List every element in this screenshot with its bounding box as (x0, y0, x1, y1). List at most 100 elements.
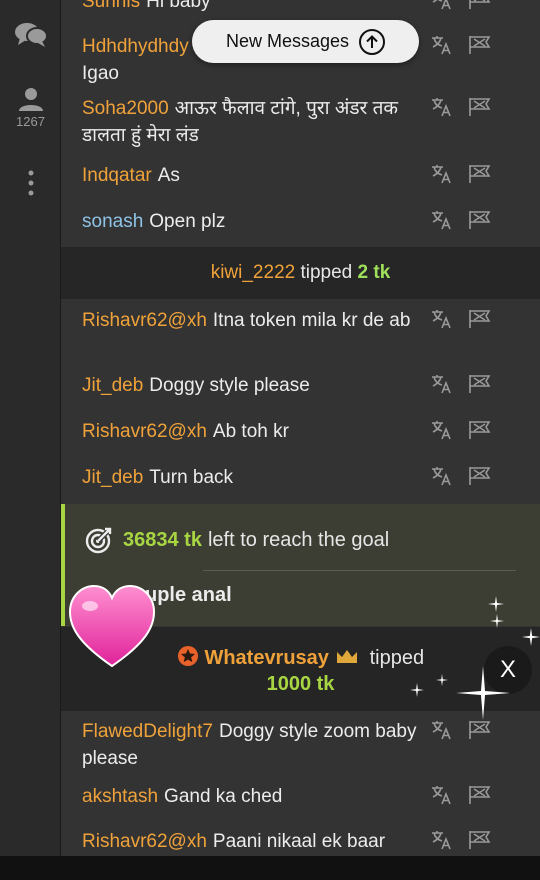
chat-message: FlawedDelight7 Doggy style zoom baby plea… (61, 718, 540, 772)
target-icon (85, 527, 112, 554)
chat-message: akshtash Gand ka ched (61, 783, 540, 810)
chat-message: Sunnis Hi baby (61, 0, 540, 15)
chat-message: sonash Open plz (61, 208, 540, 235)
translate-icon[interactable] (430, 210, 452, 230)
sparkle-icon (488, 596, 504, 612)
message-text: As (157, 165, 180, 186)
chat-message: Soha2000 आऊर फैलाव टांगे, पुरा अंडर तक डा… (61, 95, 540, 149)
goal-text: left to reach the goal (207, 528, 390, 551)
message-actions (430, 35, 492, 55)
chat-panel: Sunnis Hi baby Hdhdhydhdy Igao Soha2000 आऊर… (61, 0, 540, 856)
flag-icon[interactable] (468, 720, 492, 740)
tip-amount: 2 tk (357, 262, 391, 283)
sidebar: 1267 (0, 0, 61, 856)
goal-divider (203, 570, 516, 571)
speech-bubbles-icon (14, 23, 48, 47)
message-text: Open plz (149, 211, 226, 232)
message-actions (430, 720, 492, 740)
flag-icon[interactable] (468, 785, 492, 805)
flag-icon[interactable] (468, 210, 492, 230)
username[interactable]: Hdhdhydhdy (82, 36, 189, 57)
message-text: Paani nikaal ek baar (212, 831, 386, 852)
username[interactable]: Rishavr62@xh (82, 421, 207, 442)
message-actions (430, 97, 492, 117)
translate-icon[interactable] (430, 35, 452, 55)
chat-message: Indqatar As (61, 162, 540, 189)
flag-icon[interactable] (468, 0, 492, 10)
goal-progress: 36834 tk left to reach the goal (85, 526, 389, 554)
message-actions (430, 210, 492, 230)
bottom-bar (0, 856, 540, 880)
username[interactable]: Jit_deb (82, 375, 143, 396)
crown-icon (336, 650, 357, 663)
username[interactable]: Indqatar (82, 165, 152, 186)
username[interactable]: Rishavr62@xh (82, 831, 207, 852)
users-tab[interactable]: 1267 (0, 86, 61, 129)
flag-icon[interactable] (468, 466, 492, 486)
message-actions (430, 785, 492, 805)
message-text: Ab toh kr (212, 421, 289, 442)
translate-icon[interactable] (430, 785, 452, 805)
message-actions (430, 0, 492, 10)
new-messages-label: New Messages (225, 31, 350, 51)
translate-icon[interactable] (430, 830, 452, 850)
message-text: Turn back (149, 467, 234, 488)
message-actions (430, 466, 492, 486)
translate-icon[interactable] (430, 466, 452, 486)
translate-icon[interactable] (430, 309, 452, 329)
flag-icon[interactable] (468, 374, 492, 394)
username[interactable]: sonash (82, 211, 143, 232)
message-text: Doggy style please (149, 375, 310, 396)
message-actions (430, 420, 492, 440)
translate-icon[interactable] (430, 720, 452, 740)
translate-icon[interactable] (430, 420, 452, 440)
sparkle-icon (410, 683, 424, 697)
tip-username[interactable]: kiwi_2222 (211, 262, 296, 284)
chat-message: Jit_deb Turn back (61, 464, 540, 491)
translate-icon[interactable] (430, 374, 452, 394)
big-tip-amount: 1000 tk (266, 673, 335, 695)
message-text: Hi baby (146, 0, 211, 12)
more-button[interactable] (0, 170, 61, 196)
chat-message: Rishavr62@xh Paani nikaal ek baar (61, 828, 540, 855)
vertical-dots-icon (28, 170, 33, 196)
flag-icon[interactable] (468, 164, 492, 184)
message-actions (430, 309, 492, 329)
message-text: Gand ka ched (164, 786, 283, 807)
sparkle-icon (490, 614, 504, 628)
username[interactable]: Soha2000 (82, 98, 169, 119)
translate-icon[interactable] (430, 0, 452, 10)
big-tip-verb: tipped (369, 647, 425, 669)
message-actions (430, 830, 492, 850)
sparkle-icon (456, 666, 510, 720)
arrow-up-circle-icon (359, 28, 386, 55)
sparkle-icon (436, 674, 448, 686)
users-count: 1267 (16, 114, 45, 129)
translate-icon[interactable] (430, 97, 452, 117)
big-tip-username[interactable]: Whatevrusay (204, 647, 329, 669)
username[interactable]: FlawedDelight7 (82, 721, 213, 742)
chat-message: Jit_deb Doggy style please (61, 372, 540, 399)
chat-message: Rishavr62@xh Itna token mila kr de ab (61, 307, 540, 334)
message-actions (430, 374, 492, 394)
username[interactable]: akshtash (82, 786, 158, 807)
heart-icon (68, 584, 156, 668)
goal-amount: 36834 tk (123, 528, 202, 551)
flag-icon[interactable] (468, 309, 492, 329)
flag-icon[interactable] (468, 97, 492, 117)
username[interactable]: Jit_deb (82, 467, 143, 488)
message-text: Itna token mila kr de ab (212, 310, 411, 331)
message-text: Igao (82, 63, 119, 84)
flag-icon[interactable] (468, 420, 492, 440)
username[interactable]: Sunnis (82, 0, 140, 12)
tip-verb: tipped (300, 262, 353, 283)
translate-icon[interactable] (430, 164, 452, 184)
flag-icon[interactable] (468, 35, 492, 55)
tip-notice: kiwi_2222 tipped 2 tk (61, 247, 540, 299)
chat-tab[interactable] (0, 22, 61, 48)
chat-message: Rishavr62@xh Ab toh kr (61, 418, 540, 445)
flag-icon[interactable] (468, 830, 492, 850)
username[interactable]: Rishavr62@xh (82, 310, 207, 331)
star-badge-icon (177, 646, 198, 666)
new-messages-button[interactable]: New Messages (192, 20, 419, 63)
